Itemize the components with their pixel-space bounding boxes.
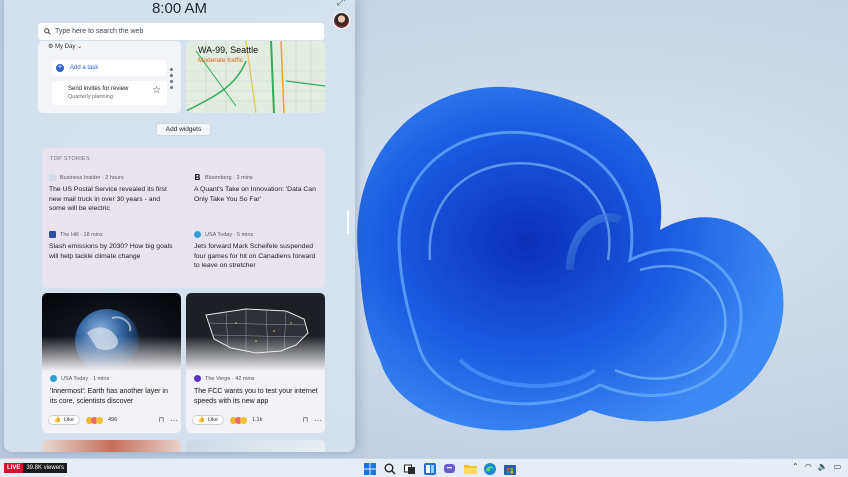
like-button[interactable]: 👍 Like (192, 415, 224, 425)
widgets-icon[interactable] (420, 460, 440, 477)
avatar[interactable] (333, 12, 350, 29)
traffic-location: WA-99, Seattle (198, 45, 259, 55)
search-placeholder: Type here to search the web (55, 28, 144, 35)
like-label: Like (207, 417, 218, 423)
file-explorer-icon[interactable] (460, 460, 480, 477)
search-icon (44, 28, 51, 35)
widgets-panel: 8:00 AM ⤢ Type here to search the web ⚙ … (4, 0, 355, 452)
usa-today-logo-icon (194, 231, 201, 238)
usa-today-logo-icon (50, 375, 57, 382)
chevron-up-icon[interactable]: ⌃ (792, 462, 799, 471)
taskbar: LIVE 39.8K viewers ⌃ ◠ 🔈 ▭ (0, 458, 848, 477)
feed-card-peek[interactable] (186, 440, 325, 452)
reactions-icon (85, 416, 103, 424)
wifi-icon[interactable]: ◠ (805, 462, 812, 471)
business-insider-logo-icon (49, 174, 56, 181)
live-badge: LIVE 39.8K viewers (4, 463, 68, 473)
expand-icon[interactable]: ⤢ (337, 0, 345, 8)
task-subtitle: Quarterly planning (68, 94, 113, 100)
like-button[interactable]: 👍 Like (48, 415, 80, 425)
panel-resize-grip[interactable] (347, 210, 349, 234)
feed-headline: The FCC wants you to test your internet … (194, 388, 318, 405)
top-stories-widget: TOP STORIES Business Insider · 2 hours T… (42, 148, 325, 288)
story-headline: Slash emissions by 2030? How big goals w… (49, 243, 173, 260)
live-tag: LIVE (4, 463, 24, 473)
plus-icon: + (56, 64, 64, 72)
feed-source: USA Today · 1 mins (61, 375, 110, 382)
thumbs-up-icon: 👍 (54, 417, 61, 423)
edge-icon[interactable] (480, 460, 500, 477)
system-tray: ⌃ ◠ 🔈 ▭ (792, 462, 847, 471)
story-source: Bloomberg · 3 mins (205, 174, 253, 181)
top-stories-label: TOP STORIES (50, 156, 90, 162)
volume-icon[interactable]: 🔈 (818, 462, 828, 471)
clock-time: 8:00 AM (151, 0, 208, 17)
add-task-label: Add a task (70, 65, 99, 71)
the-hill-logo-icon (49, 231, 56, 238)
earth-image (42, 293, 181, 371)
traffic-status: Moderate traffic (198, 57, 244, 64)
todo-widget[interactable]: ⚙ My Day ⌄ + Add a task Send invites for… (38, 41, 181, 113)
star-icon[interactable]: ☆ (152, 85, 161, 96)
feed-card[interactable]: The Verge · 42 mins The FCC wants you to… (186, 293, 325, 433)
windows-start-icon[interactable] (360, 460, 380, 477)
feed-card[interactable]: USA Today · 1 mins 'Innermost': Earth ha… (42, 293, 181, 433)
chevron-down-icon: ⌄ (77, 44, 83, 50)
list-icon: ⚙ (48, 44, 54, 50)
add-task-button[interactable]: + Add a task (52, 60, 167, 76)
viewer-count: 39.8K viewers (23, 463, 68, 473)
more-options-icon[interactable] (170, 68, 173, 92)
myday-label: My Day (55, 44, 76, 50)
us-map-image (186, 293, 325, 371)
reaction-count: 496 (107, 417, 118, 423)
feed-source: The Verge · 42 mins (205, 375, 255, 382)
store-icon[interactable] (500, 460, 520, 477)
add-widgets-button[interactable]: Add widgets (156, 123, 211, 136)
task-title: Send invites for review (68, 86, 129, 92)
thumbs-up-icon: 👍 (198, 417, 205, 423)
task-view-icon[interactable] (400, 460, 420, 477)
reactions-icon (229, 416, 247, 424)
teams-chat-icon[interactable] (440, 460, 460, 477)
myday-header[interactable]: ⚙ My Day ⌄ (48, 43, 82, 50)
story-source: USA Today · 5 mins (205, 231, 254, 238)
feed-card-peek[interactable] (42, 440, 181, 452)
traffic-widget[interactable]: WA-99, Seattle Moderate traffic (186, 41, 325, 113)
search-icon[interactable] (380, 460, 400, 477)
story-item[interactable]: The Hill · 18 mins Slash emissions by 20… (49, 230, 177, 261)
bookmark-icon[interactable]: ⊓ (159, 416, 164, 424)
task-item[interactable]: Send invites for review Quarterly planni… (52, 81, 167, 105)
more-options-icon[interactable]: ··· (314, 416, 322, 425)
story-item[interactable]: USA Today · 5 mins Jets forward Mark Sch… (194, 230, 322, 271)
web-search-box[interactable]: Type here to search the web (38, 23, 324, 40)
battery-icon[interactable]: ▭ (834, 462, 842, 471)
story-item[interactable]: B Bloomberg · 3 mins A Quant's Take on In… (194, 173, 322, 204)
story-headline: Jets forward Mark Scheifele suspended fo… (194, 243, 316, 269)
story-headline: The US Postal Service revealed its first… (49, 186, 167, 212)
story-source: The Hill · 18 mins (60, 231, 103, 238)
more-options-icon[interactable]: ··· (170, 416, 178, 425)
bloomberg-logo-icon: B (194, 173, 201, 182)
bookmark-icon[interactable]: ⊓ (303, 416, 308, 424)
story-item[interactable]: Business Insider · 2 hours The US Postal… (49, 173, 177, 214)
like-label: Like (63, 417, 74, 423)
feed-headline: 'Innermost': Earth has another layer in … (50, 388, 168, 405)
the-verge-logo-icon (194, 375, 201, 382)
windows-bloom-wallpaper (357, 86, 784, 431)
story-headline: A Quant's Take on Innovation: 'Data Can … (194, 186, 316, 203)
story-source: Business Insider · 2 hours (60, 174, 124, 181)
reaction-count: 1.1k (251, 417, 263, 423)
